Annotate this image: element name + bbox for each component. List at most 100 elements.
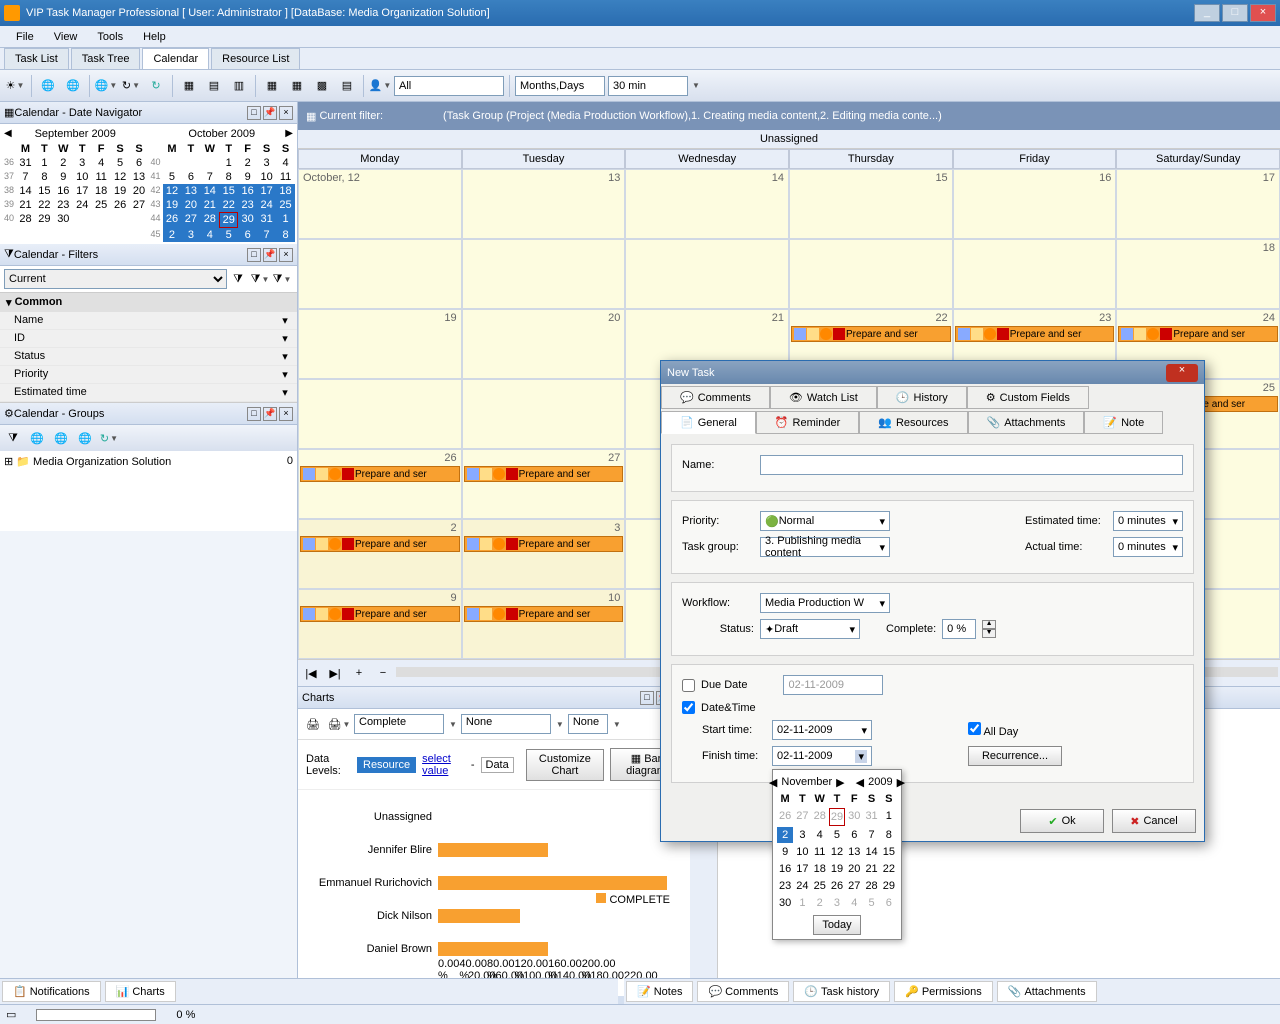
minical-day[interactable]: 14 [200,184,219,198]
group-btn2-icon[interactable]: 🌐 [26,427,48,449]
filter-row[interactable]: Status▾ [0,348,297,366]
priority-select[interactable]: 🟢 Normal ▾ [760,511,890,531]
dtab-watchlist[interactable]: 👁 Watch List [770,386,877,409]
minical-day[interactable]: 6 [238,228,257,242]
dp-day[interactable]: 28 [863,878,879,894]
minical-day[interactable]: 20 [130,184,149,198]
dp-day[interactable]: 7 [863,827,879,843]
dp-day[interactable]: 12 [829,844,845,860]
calendar-cell[interactable]: 27Prepare and ser [462,449,626,519]
minical-day[interactable]: 11 [92,170,111,184]
tool-globe-dd-icon[interactable]: 🌐▼ [95,75,117,97]
calendar-event[interactable]: Prepare and ser [464,466,624,482]
level-data[interactable]: Data [481,757,514,773]
dp-day[interactable]: 30 [777,895,793,911]
close-button[interactable]: × [1250,4,1276,22]
filter-row[interactable]: ID▾ [0,330,297,348]
complete-spinner[interactable]: ▲▼ [982,620,996,638]
calendar-event[interactable]: Prepare and ser [300,466,460,482]
level-resource[interactable]: Resource [357,757,416,773]
tool-grid3-icon[interactable]: ▥ [228,75,250,97]
filter-current-select[interactable]: Current [4,269,227,289]
filter-row[interactable]: Estimated time▾ [0,384,297,402]
dp-day[interactable]: 13 [846,844,862,860]
dp-day[interactable]: 26 [829,878,845,894]
calendar-cell[interactable]: 9Prepare and ser [298,589,462,659]
calendar-cell[interactable] [298,379,462,449]
minical-day[interactable]: 28 [16,212,35,226]
complete-field[interactable] [942,619,976,639]
tool-grid1-icon[interactable]: ▦ [178,75,200,97]
dp-day[interactable]: 10 [794,844,810,860]
panel-close-icon[interactable]: × [279,106,293,120]
btab-notifications[interactable]: 📋 Notifications [2,981,101,1002]
minical-day[interactable]: 2 [54,156,73,170]
chart-combo1[interactable]: Complete [354,714,444,734]
tool-grid2-icon[interactable]: ▤ [203,75,225,97]
minical-day[interactable]: 24 [257,198,276,212]
minical-day[interactable]: 18 [92,184,111,198]
calendar-cell[interactable] [625,239,789,309]
minical-day[interactable]: 30 [238,212,257,228]
dp-day[interactable]: 25 [812,878,828,894]
minical-day[interactable]: 13 [181,184,200,198]
groups-tree[interactable]: ⊞ 📁 Media Organization Solution 0 [0,451,297,531]
dp-day[interactable]: 23 [777,878,793,894]
calendar-cell[interactable]: 10Prepare and ser [462,589,626,659]
minical-day[interactable]: 7 [257,228,276,242]
minical-day[interactable]: 7 [16,170,35,184]
datetime-checkbox[interactable] [682,701,695,714]
btab-attachments[interactable]: 📎 Attachments [997,981,1097,1002]
minical-day[interactable]: 23 [238,198,257,212]
tool-sun-icon[interactable]: ☀▼ [4,75,26,97]
dp-day[interactable]: 1 [881,808,897,826]
panel-max-icon[interactable]: □ [247,407,261,421]
calendar-event[interactable]: Prepare and ser [464,536,624,552]
minical-day[interactable] [200,156,219,170]
minical-day[interactable]: 7 [200,170,219,184]
minical-day[interactable]: 25 [276,198,295,212]
minical-day[interactable]: 18 [276,184,295,198]
nav-first-icon[interactable]: |◀ [300,662,322,684]
panel-close-icon[interactable]: × [279,407,293,421]
tab-calendar[interactable]: Calendar [142,48,209,69]
calendar-event[interactable]: Prepare and ser [464,606,624,622]
group-refresh-icon[interactable]: ↻▼ [98,427,120,449]
scale-combo[interactable]: Months,Days [515,76,605,96]
minical-day[interactable]: 21 [16,198,35,212]
dialog-close-button[interactable]: × [1166,364,1198,382]
taskgroup-select[interactable]: 3. Publishing media content ▾ [760,537,890,557]
minical-day[interactable]: 4 [276,156,295,170]
minical-day[interactable]: 9 [238,170,257,184]
dp-day[interactable]: 5 [829,827,845,843]
minical-day[interactable]: 2 [163,228,182,242]
dtab-resources[interactable]: 👥 Resources [859,411,967,434]
minical-day[interactable]: 14 [16,184,35,198]
dtab-attachments[interactable]: 📎 Attachments [968,411,1085,434]
filter-row[interactable]: Name▾ [0,312,297,330]
dp-next-month-icon[interactable]: ▶ [836,776,844,789]
minical-day[interactable]: 10 [257,170,276,184]
minical-day[interactable]: 10 [73,170,92,184]
minical-day[interactable]: 22 [35,198,54,212]
minical-day[interactable]: 17 [73,184,92,198]
tree-expand-icon[interactable]: ⊞ [4,456,13,468]
interval-combo[interactable]: 30 min [608,76,688,96]
dp-day[interactable]: 26 [777,808,793,826]
tab-tasktree[interactable]: Task Tree [71,48,141,69]
calendar-cell[interactable]: October, 12 [298,169,462,239]
calendar-event[interactable]: Prepare and ser [955,326,1115,342]
dp-day[interactable]: 21 [863,861,879,877]
tool-cal3-icon[interactable]: ▩ [311,75,333,97]
print-icon[interactable]: 🖨 [302,713,324,735]
minical-day[interactable]: 1 [276,212,295,228]
minical-day[interactable]: 1 [35,156,54,170]
minical-day[interactable]: 5 [219,228,238,242]
btab-notes[interactable]: 📝 Notes [626,981,693,1002]
dp-day[interactable]: 1 [794,895,810,911]
ok-button[interactable]: ✔ Ok [1020,809,1104,833]
dtab-note[interactable]: 📝 Note [1084,411,1163,434]
calendar-cell[interactable] [298,239,462,309]
dtab-comments[interactable]: 💬 Comments [661,386,770,409]
group-btn1-icon[interactable]: ⧩ [2,427,24,449]
